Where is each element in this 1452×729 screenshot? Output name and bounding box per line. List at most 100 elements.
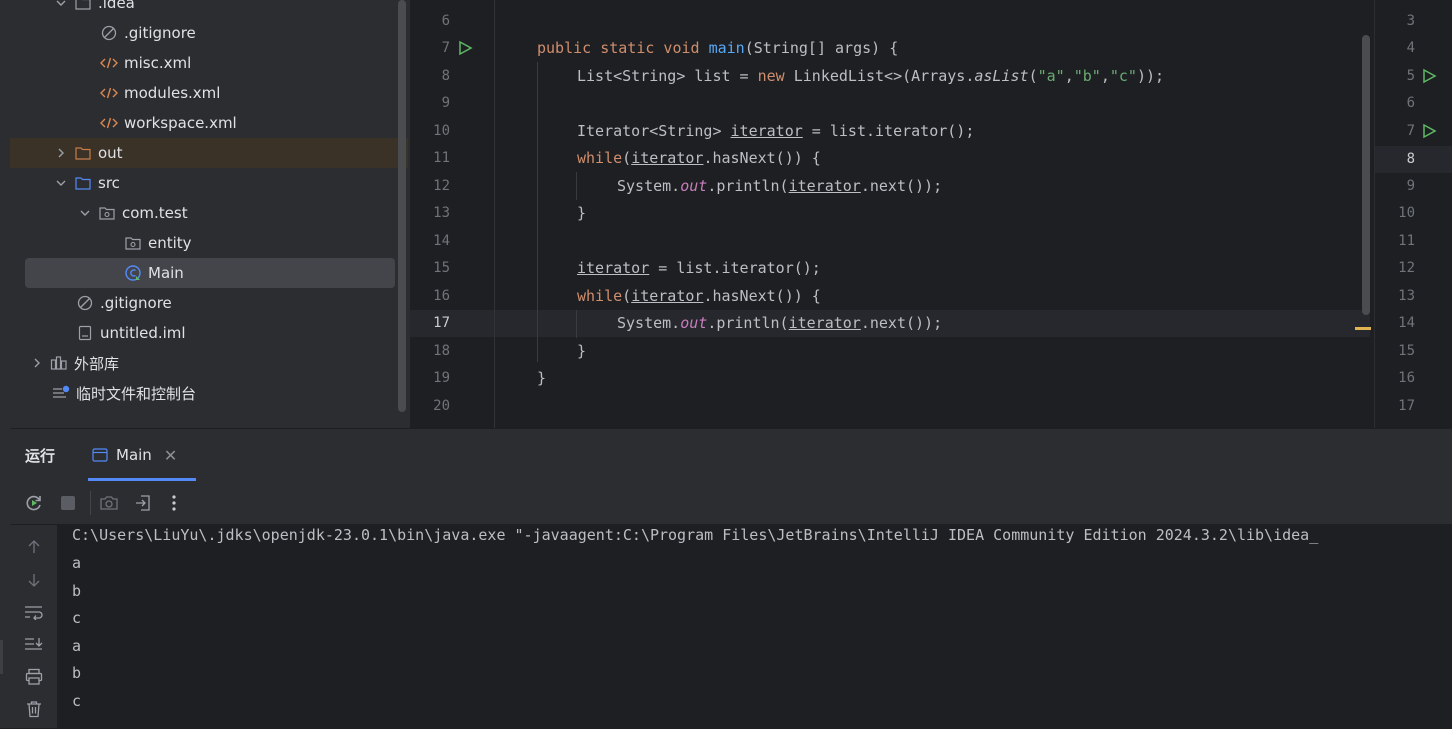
tree-item-src[interactable]: src [10, 168, 396, 198]
line-number: 6 [1406, 95, 1415, 111]
line-number: 16 [1398, 370, 1415, 386]
xml-file-icon [100, 84, 118, 102]
camera-icon[interactable] [97, 491, 121, 515]
soft-wrap-icon[interactable] [22, 600, 46, 624]
xml-file-icon [100, 114, 118, 132]
console-line: a [72, 637, 82, 655]
code-line-18: } [577, 342, 587, 360]
chevron-right-icon[interactable] [52, 144, 70, 162]
console-side-toolbar [10, 525, 58, 729]
iml-file-icon [76, 324, 94, 342]
folder-icon [74, 144, 92, 162]
tree-item-scratches[interactable]: 临时文件和控制台 [10, 378, 396, 408]
tree-item-label: Main [148, 264, 184, 282]
tree-item-label: workspace.xml [124, 114, 237, 132]
diff-gutter: 3 4 5 6 7 8 9 10 11 12 13 14 15 16 17 [1374, 0, 1452, 428]
editor-scrollbar[interactable] [1362, 35, 1370, 315]
arrow-down-icon[interactable] [22, 568, 46, 592]
tree-item-misc-xml[interactable]: misc.xml [10, 48, 396, 78]
console-line: b [72, 664, 82, 682]
indent-guide [576, 310, 577, 338]
tree-item-out[interactable]: out [10, 138, 408, 168]
tree-item-entity[interactable]: entity [10, 228, 396, 258]
line-number-current: 8 [1406, 151, 1415, 167]
tree-item-label: 临时文件和控制台 [76, 384, 197, 403]
ignored-file-icon [100, 24, 118, 42]
tree-item-label: com.test [122, 204, 188, 222]
tree-item-untitled-iml[interactable]: untitled.iml [10, 318, 396, 348]
line-number: 17 [1398, 398, 1415, 414]
line-number: 5 [1406, 68, 1415, 84]
tree-item-label: untitled.iml [100, 324, 186, 342]
run-toolbar [10, 481, 1452, 525]
stop-icon[interactable] [56, 491, 80, 515]
run-main-gutter-icon[interactable] [1421, 123, 1437, 143]
source-folder-icon [74, 174, 92, 192]
chevron-down-icon[interactable] [52, 174, 70, 192]
line-number: 13 [433, 205, 450, 221]
line-number: 19 [433, 370, 450, 386]
tree-item-main[interactable]: Main [25, 258, 395, 288]
warning-marker[interactable] [1355, 327, 1371, 330]
arrow-up-icon[interactable] [22, 535, 46, 559]
console-line: C:\Users\LiuYu\.jdks\openjdk-23.0.1\bin\… [72, 526, 1319, 544]
project-tool-window: .idea .gitignore misc.xml modules.xml wo… [10, 0, 410, 428]
tree-item-gitignore-idea[interactable]: .gitignore [10, 18, 396, 48]
main-area: .idea .gitignore misc.xml modules.xml wo… [0, 0, 1452, 428]
run-tab-main[interactable]: Main ✕ [88, 429, 196, 481]
chevron-down-icon[interactable] [52, 0, 70, 12]
code-line-11: while(iterator.hasNext()) { [577, 149, 821, 167]
line-number: 20 [433, 398, 450, 414]
editor-gutter: 6 7 8 9 10 11 12 13 14 15 16 17 18 19 20 [410, 0, 494, 428]
tree-item-gitignore-root[interactable]: .gitignore [10, 288, 396, 318]
code-line-16: while(iterator.hasNext()) { [577, 287, 821, 305]
exit-icon[interactable] [131, 491, 155, 515]
line-number: 18 [433, 343, 450, 359]
trash-icon[interactable] [22, 697, 46, 721]
console-tab-icon [92, 448, 108, 462]
console-line: a [72, 554, 82, 572]
code-line-19: } [537, 369, 547, 387]
xml-file-icon [100, 54, 118, 72]
line-number: 12 [1398, 260, 1415, 276]
tree-item-com-test[interactable]: com.test [10, 198, 396, 228]
line-number: 15 [1398, 343, 1415, 359]
tree-item-external-libraries[interactable]: 外部库 [10, 348, 396, 378]
tree-item-label: .gitignore [124, 24, 196, 42]
run-tab-label: Main [116, 446, 152, 464]
code-line-13: } [577, 204, 587, 222]
tree-item-modules-xml[interactable]: modules.xml [10, 78, 396, 108]
line-number: 12 [433, 178, 450, 194]
print-icon[interactable] [22, 665, 46, 689]
code-editor[interactable]: 6 7 8 9 10 11 12 13 14 15 16 17 18 19 20… [410, 0, 1387, 428]
close-icon[interactable]: ✕ [164, 446, 177, 465]
project-scrollbar[interactable] [398, 0, 406, 412]
chevron-down-icon[interactable] [76, 204, 94, 222]
library-icon [50, 354, 68, 372]
line-number: 16 [433, 288, 450, 304]
scroll-to-end-icon[interactable] [22, 632, 46, 656]
console-output[interactable]: C:\Users\LiuYu\.jdks\openjdk-23.0.1\bin\… [58, 525, 1452, 729]
tree-item-label: .gitignore [100, 294, 172, 312]
rerun-icon[interactable] [22, 491, 46, 515]
chevron-right-icon[interactable] [28, 354, 46, 372]
code-line-7: public static void main(String[] args) { [537, 39, 899, 57]
line-number: 13 [1398, 288, 1415, 304]
run-panel-title: 运行 [25, 447, 56, 465]
code-line-10: Iterator<String> iterator = list.iterato… [577, 122, 975, 140]
line-number: 3 [1406, 13, 1415, 29]
run-gutter-icon[interactable] [1421, 68, 1437, 88]
line-number: 11 [433, 150, 450, 166]
console-line: c [72, 609, 82, 627]
run-main-gutter-icon[interactable] [457, 40, 473, 60]
ignored-file-icon [76, 294, 94, 312]
more-options-icon[interactable] [162, 491, 186, 515]
line-number: 4 [1406, 40, 1415, 56]
line-number: 14 [433, 233, 450, 249]
run-header: 运行 Main ✕ [10, 429, 1452, 481]
scratches-icon [52, 384, 70, 402]
tree-item-workspace-xml[interactable]: workspace.xml [10, 108, 396, 138]
tool-strip-marker[interactable] [0, 640, 3, 674]
console-line: b [72, 582, 82, 600]
tree-item-idea[interactable]: .idea [10, 0, 396, 18]
